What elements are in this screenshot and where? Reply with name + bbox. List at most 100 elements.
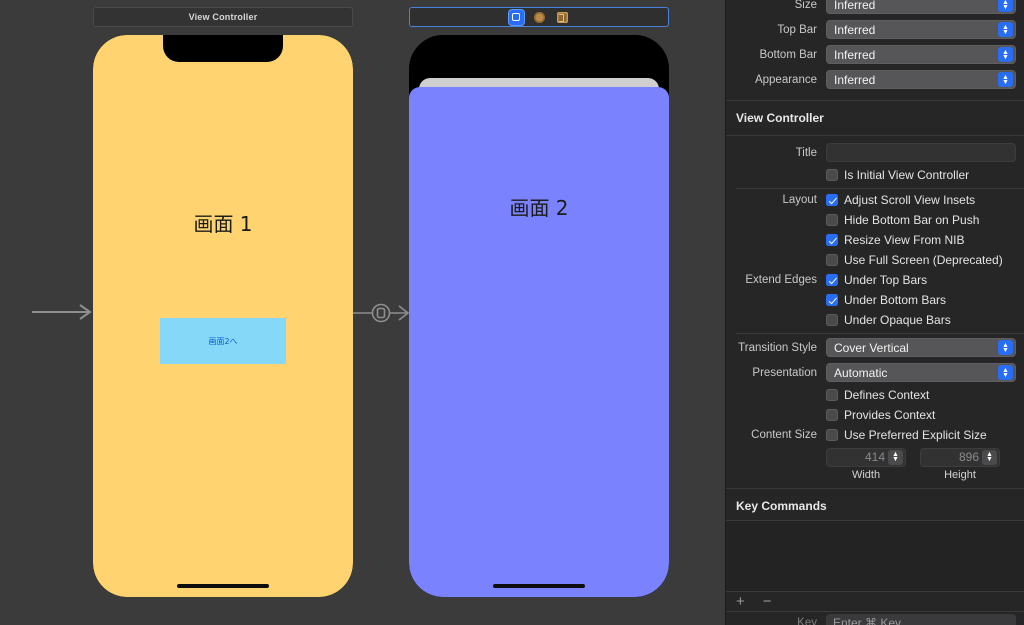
- checkbox-row-use-preferred-explicit-size[interactable]: Content Size Use Preferred Explicit Size: [726, 425, 1024, 445]
- select-size-chevron-icon[interactable]: [998, 0, 1013, 12]
- checkbox-resize-view-from-nib[interactable]: [826, 234, 838, 246]
- label-resize-view-from-nib: Resize View From NIB: [844, 233, 965, 247]
- scene2-title-bar[interactable]: [409, 7, 669, 27]
- scene1-phone-frame[interactable]: 画面 1 画面2へ: [93, 35, 353, 597]
- content-size-fields[interactable]: 414 896: [726, 445, 1024, 469]
- exit-icon[interactable]: [555, 10, 570, 25]
- caption-width: Width: [851, 469, 881, 481]
- remove-key-command-button[interactable]: −: [763, 593, 772, 610]
- input-title[interactable]: [826, 143, 1016, 162]
- checkbox-row-under-top-bars[interactable]: Extend Edges Under Top Bars: [726, 270, 1024, 290]
- label-bottom-bar: Bottom Bar: [759, 48, 817, 61]
- inspector-row-presentation[interactable]: Presentation Automatic: [726, 360, 1024, 385]
- scene2-modal-card[interactable]: [409, 87, 669, 597]
- checkbox-under-bottom-bars[interactable]: [826, 294, 838, 306]
- key-commands-list[interactable]: [726, 520, 1024, 592]
- scene1-title-bar[interactable]: View Controller: [93, 7, 353, 27]
- input-content-height-value: 896: [958, 450, 979, 464]
- select-appearance-value: Inferred: [834, 72, 876, 87]
- key-command-key-row[interactable]: Key Enter ⌘ Key: [726, 612, 1024, 625]
- label-use-full-screen: Use Full Screen (Deprecated): [844, 253, 1003, 267]
- scene2-screen[interactable]: 画面 2: [409, 35, 669, 597]
- scene1-title: View Controller: [188, 12, 258, 22]
- caption-height: Height: [944, 469, 976, 481]
- select-top-bar-chevron-icon[interactable]: [998, 22, 1013, 37]
- checkbox-is-initial-view-controller[interactable]: [826, 169, 838, 181]
- select-transition-style-chevron-icon[interactable]: [998, 340, 1013, 355]
- label-content-size: Content Size: [751, 429, 817, 441]
- scene2-screen-label: 画面 2: [509, 196, 569, 220]
- divider-5: [726, 488, 1024, 489]
- input-content-width-stepper-icon[interactable]: [888, 449, 903, 465]
- xcode-storyboard-window: View Controller 画面 1 画面2へ 画面 2 Size Infe…: [0, 0, 1024, 625]
- label-size: Size: [794, 0, 817, 11]
- checkbox-use-full-screen[interactable]: [826, 254, 838, 266]
- scene-view-controller-1[interactable]: View Controller 画面 1 画面2へ: [93, 7, 353, 597]
- scene1-notch: [163, 35, 283, 62]
- checkbox-row-is-initial-view-controller[interactable]: Is Initial View Controller: [726, 165, 1024, 185]
- checkbox-row-under-opaque-bars[interactable]: Under Opaque Bars: [726, 310, 1024, 330]
- attributes-inspector-panel[interactable]: Size Inferred Top Bar Inferred Bottom Ba…: [725, 0, 1024, 625]
- input-content-width-value: 414: [864, 450, 885, 464]
- select-bottom-bar[interactable]: Inferred: [826, 45, 1016, 64]
- checkbox-row-defines-context[interactable]: Defines Context: [726, 385, 1024, 405]
- checkbox-row-adjust-scroll-view-insets[interactable]: Layout Adjust Scroll View Insets: [726, 190, 1024, 210]
- scene1-screen[interactable]: 画面 1 画面2へ: [93, 35, 353, 597]
- label-appearance: Appearance: [754, 73, 817, 86]
- checkbox-provides-context[interactable]: [826, 409, 838, 421]
- input-content-height-stepper-icon[interactable]: [982, 449, 997, 465]
- select-transition-style[interactable]: Cover Vertical: [826, 338, 1016, 357]
- select-bottom-bar-chevron-icon[interactable]: [998, 47, 1013, 62]
- label-adjust-scroll-view-insets: Adjust Scroll View Insets: [844, 193, 976, 207]
- scene2-phone-frame[interactable]: 画面 2: [409, 35, 669, 597]
- first-responder-icon[interactable]: [532, 10, 547, 25]
- scene-view-controller-2[interactable]: 画面 2: [409, 7, 669, 597]
- inspector-row-title[interactable]: Title: [726, 140, 1024, 165]
- select-appearance-chevron-icon[interactable]: [998, 72, 1013, 87]
- checkbox-row-under-bottom-bars[interactable]: Under Bottom Bars: [726, 290, 1024, 310]
- label-extend-edges: Extend Edges: [745, 274, 817, 286]
- divider-3: [736, 188, 1024, 189]
- label-hide-bottom-bar-on-push: Hide Bottom Bar on Push: [844, 213, 980, 227]
- inspector-row-transition-style[interactable]: Transition Style Cover Vertical: [726, 335, 1024, 360]
- checkbox-use-preferred-explicit-size[interactable]: [826, 429, 838, 441]
- storyboard-canvas[interactable]: View Controller 画面 1 画面2へ 画面 2: [0, 0, 725, 625]
- scene1-background: [93, 35, 353, 597]
- add-key-command-button[interactable]: +: [736, 593, 745, 610]
- checkbox-under-opaque-bars[interactable]: [826, 314, 838, 326]
- checkbox-row-hide-bottom-bar-on-push[interactable]: Hide Bottom Bar on Push: [726, 210, 1024, 230]
- inspector-row-appearance[interactable]: Appearance Inferred: [726, 67, 1024, 92]
- label-transition-style: Transition Style: [738, 341, 817, 354]
- checkbox-hide-bottom-bar-on-push[interactable]: [826, 214, 838, 226]
- label-use-preferred-explicit-size: Use Preferred Explicit Size: [844, 428, 987, 442]
- select-presentation[interactable]: Automatic: [826, 363, 1016, 382]
- inspector-row-top-bar[interactable]: Top Bar Inferred: [726, 17, 1024, 42]
- checkbox-defines-context[interactable]: [826, 389, 838, 401]
- checkbox-row-use-full-screen[interactable]: Use Full Screen (Deprecated): [726, 250, 1024, 270]
- scene1-home-indicator: [177, 584, 269, 588]
- checkbox-adjust-scroll-view-insets[interactable]: [826, 194, 838, 206]
- scene1-navigate-button[interactable]: 画面2へ: [160, 318, 286, 364]
- select-appearance[interactable]: Inferred: [826, 70, 1016, 89]
- inspector-row-bottom-bar[interactable]: Bottom Bar Inferred: [726, 42, 1024, 67]
- select-top-bar[interactable]: Inferred: [826, 20, 1016, 39]
- label-spacer-i: [726, 469, 826, 481]
- input-content-height[interactable]: 896: [920, 447, 1000, 467]
- checkbox-under-top-bars[interactable]: [826, 274, 838, 286]
- label-key: Key: [797, 617, 817, 625]
- select-presentation-chevron-icon[interactable]: [998, 365, 1013, 380]
- checkbox-row-provides-context[interactable]: Provides Context: [726, 405, 1024, 425]
- label-title: Title: [795, 146, 817, 159]
- select-presentation-value: Automatic: [834, 365, 888, 380]
- present-modally-segue[interactable]: [353, 298, 411, 328]
- key-commands-toolbar[interactable]: + −: [726, 592, 1024, 612]
- input-content-width[interactable]: 414: [826, 447, 906, 467]
- input-key-command[interactable]: Enter ⌘ Key: [826, 613, 1016, 625]
- label-top-bar: Top Bar: [777, 23, 817, 36]
- inspector-row-size[interactable]: Size Inferred: [726, 0, 1024, 17]
- select-size[interactable]: Inferred: [826, 0, 1016, 14]
- label-defines-context: Defines Context: [844, 388, 930, 402]
- scene1-screen-label: 画面 1: [193, 212, 253, 236]
- view-controller-icon[interactable]: [508, 9, 524, 25]
- checkbox-row-resize-view-from-nib[interactable]: Resize View From NIB: [726, 230, 1024, 250]
